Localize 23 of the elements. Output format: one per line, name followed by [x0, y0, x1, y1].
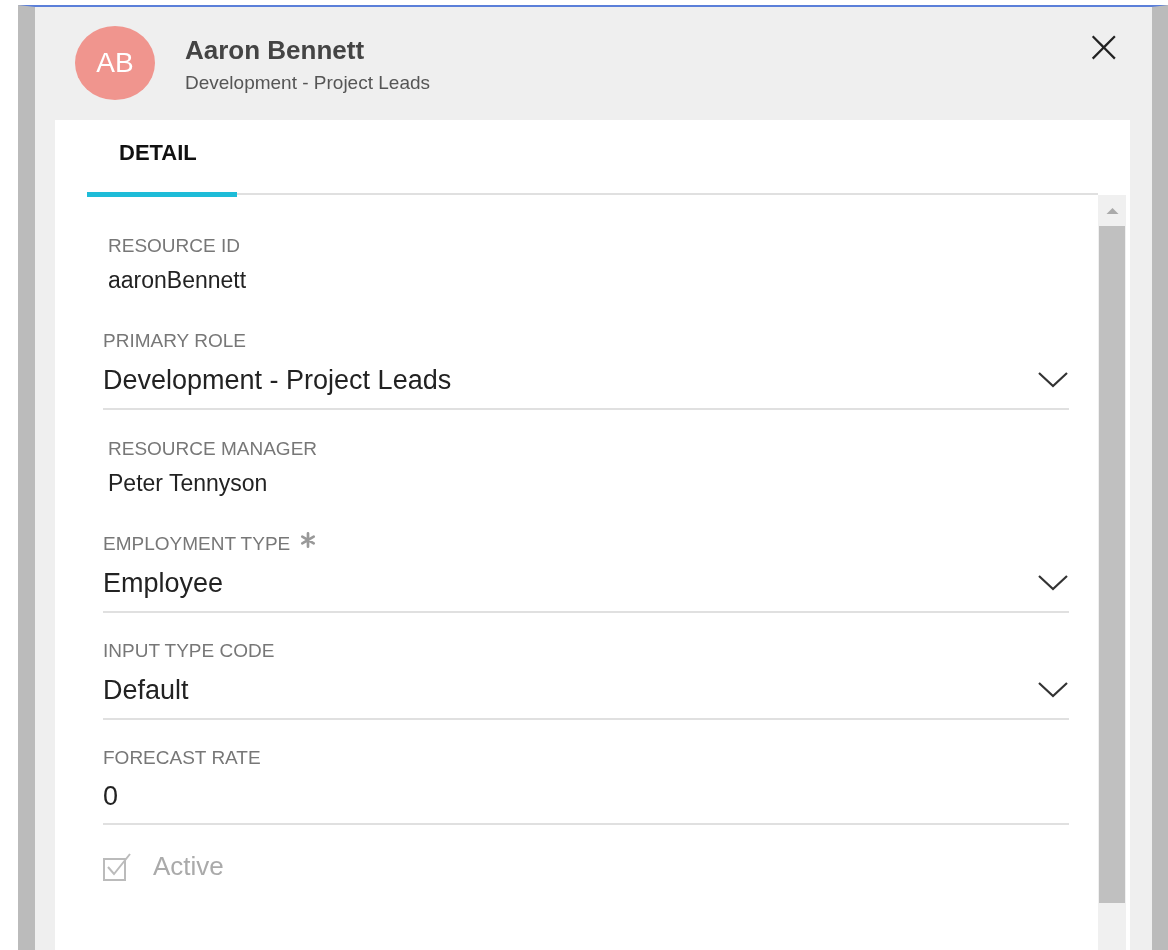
close-button[interactable]: ×: [1082, 26, 1125, 66]
field-value: Peter Tennyson: [108, 470, 269, 497]
field-label: RESOURCE ID: [108, 235, 241, 257]
chevron-down-icon: [1037, 574, 1069, 592]
field-label: INPUT TYPE CODE: [103, 640, 275, 662]
scrollbar-thumb[interactable]: [1099, 226, 1125, 903]
scroll-up-icon[interactable]: [1105, 207, 1119, 214]
person-role: Development - Project Leads: [185, 72, 430, 94]
field-value: aaronBennett: [108, 267, 248, 294]
field-label: EMPLOYMENT TYPE: [103, 533, 291, 555]
scrollbar[interactable]: [1098, 195, 1126, 950]
dropdown-field[interactable]: Development - Project Leads: [103, 352, 1069, 410]
field-label: PRIMARY ROLE: [103, 330, 246, 352]
chevron-down-icon: [1037, 681, 1069, 699]
dropdown-field[interactable]: Employee: [103, 555, 1069, 613]
avatar: AB: [75, 26, 155, 100]
dropdown-field[interactable]: Default: [103, 662, 1069, 720]
field-label: RESOURCE MANAGER: [108, 438, 319, 460]
tab[interactable]: DETAIL: [87, 120, 237, 197]
chevron-down-icon: [1037, 371, 1069, 389]
checkbox-icon: [103, 851, 133, 882]
field-label: FORECAST RATE: [103, 747, 261, 769]
person-name: Aaron Bennett: [185, 35, 366, 66]
